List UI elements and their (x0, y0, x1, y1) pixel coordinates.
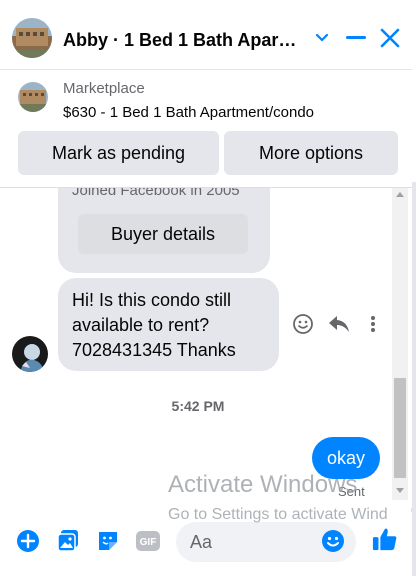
thumbs-up-icon[interactable] (372, 526, 398, 552)
listing-title[interactable]: $630 - 1 Bed 1 Bath Apartment/condo (63, 104, 314, 121)
activate-windows-title: Activate Windows (168, 471, 358, 498)
scroll-thumb[interactable] (394, 378, 406, 478)
gif-icon[interactable]: GIF (135, 528, 161, 554)
emoji-icon[interactable] (320, 528, 346, 554)
listing-thumbnail[interactable] (18, 82, 48, 112)
chevron-down-icon[interactable] (308, 24, 336, 52)
sticker-icon[interactable] (95, 528, 121, 554)
close-icon[interactable] (376, 24, 404, 52)
scrollbar[interactable] (392, 188, 408, 500)
photo-icon[interactable] (55, 528, 81, 554)
more-actions-icon[interactable] (361, 312, 385, 336)
svg-text:GIF: GIF (140, 537, 157, 548)
react-emoji-icon[interactable] (291, 312, 315, 336)
sender-avatar[interactable] (12, 336, 48, 372)
contact-avatar[interactable] (12, 18, 52, 58)
plus-circle-icon[interactable] (15, 528, 41, 554)
scroll-up-arrow-icon[interactable] (396, 192, 404, 197)
scroll-down-arrow-icon[interactable] (396, 488, 404, 493)
chat-window: Abby · 1 Bed 1 Bath Apart… Marketplace $… (0, 0, 412, 576)
more-options-button[interactable]: More options (224, 131, 398, 175)
buyer-info-card: Joined Facebook in 2005 Buyer details (58, 188, 270, 273)
marketplace-listing: Marketplace $630 - 1 Bed 1 Bath Apartmen… (0, 70, 412, 188)
marketplace-label: Marketplace (63, 80, 145, 97)
minimize-icon[interactable] (342, 24, 370, 52)
message-timestamp: 5:42 PM (171, 398, 225, 414)
joined-facebook-text: Joined Facebook in 2005 (72, 188, 240, 199)
incoming-message[interactable]: Hi! Is this condo still available to ren… (58, 278, 279, 371)
conversation-area: Joined Facebook in 2005 Buyer details Hi… (0, 188, 412, 508)
mark-as-pending-button[interactable]: Mark as pending (18, 131, 219, 175)
chat-title[interactable]: Abby · 1 Bed 1 Bath Apart… (63, 30, 299, 51)
reply-icon[interactable] (327, 312, 351, 336)
buyer-details-button[interactable]: Buyer details (78, 214, 248, 254)
chat-header: Abby · 1 Bed 1 Bath Apart… (0, 0, 412, 70)
activate-windows-subtitle: Go to Settings to activate Wind (168, 506, 388, 523)
